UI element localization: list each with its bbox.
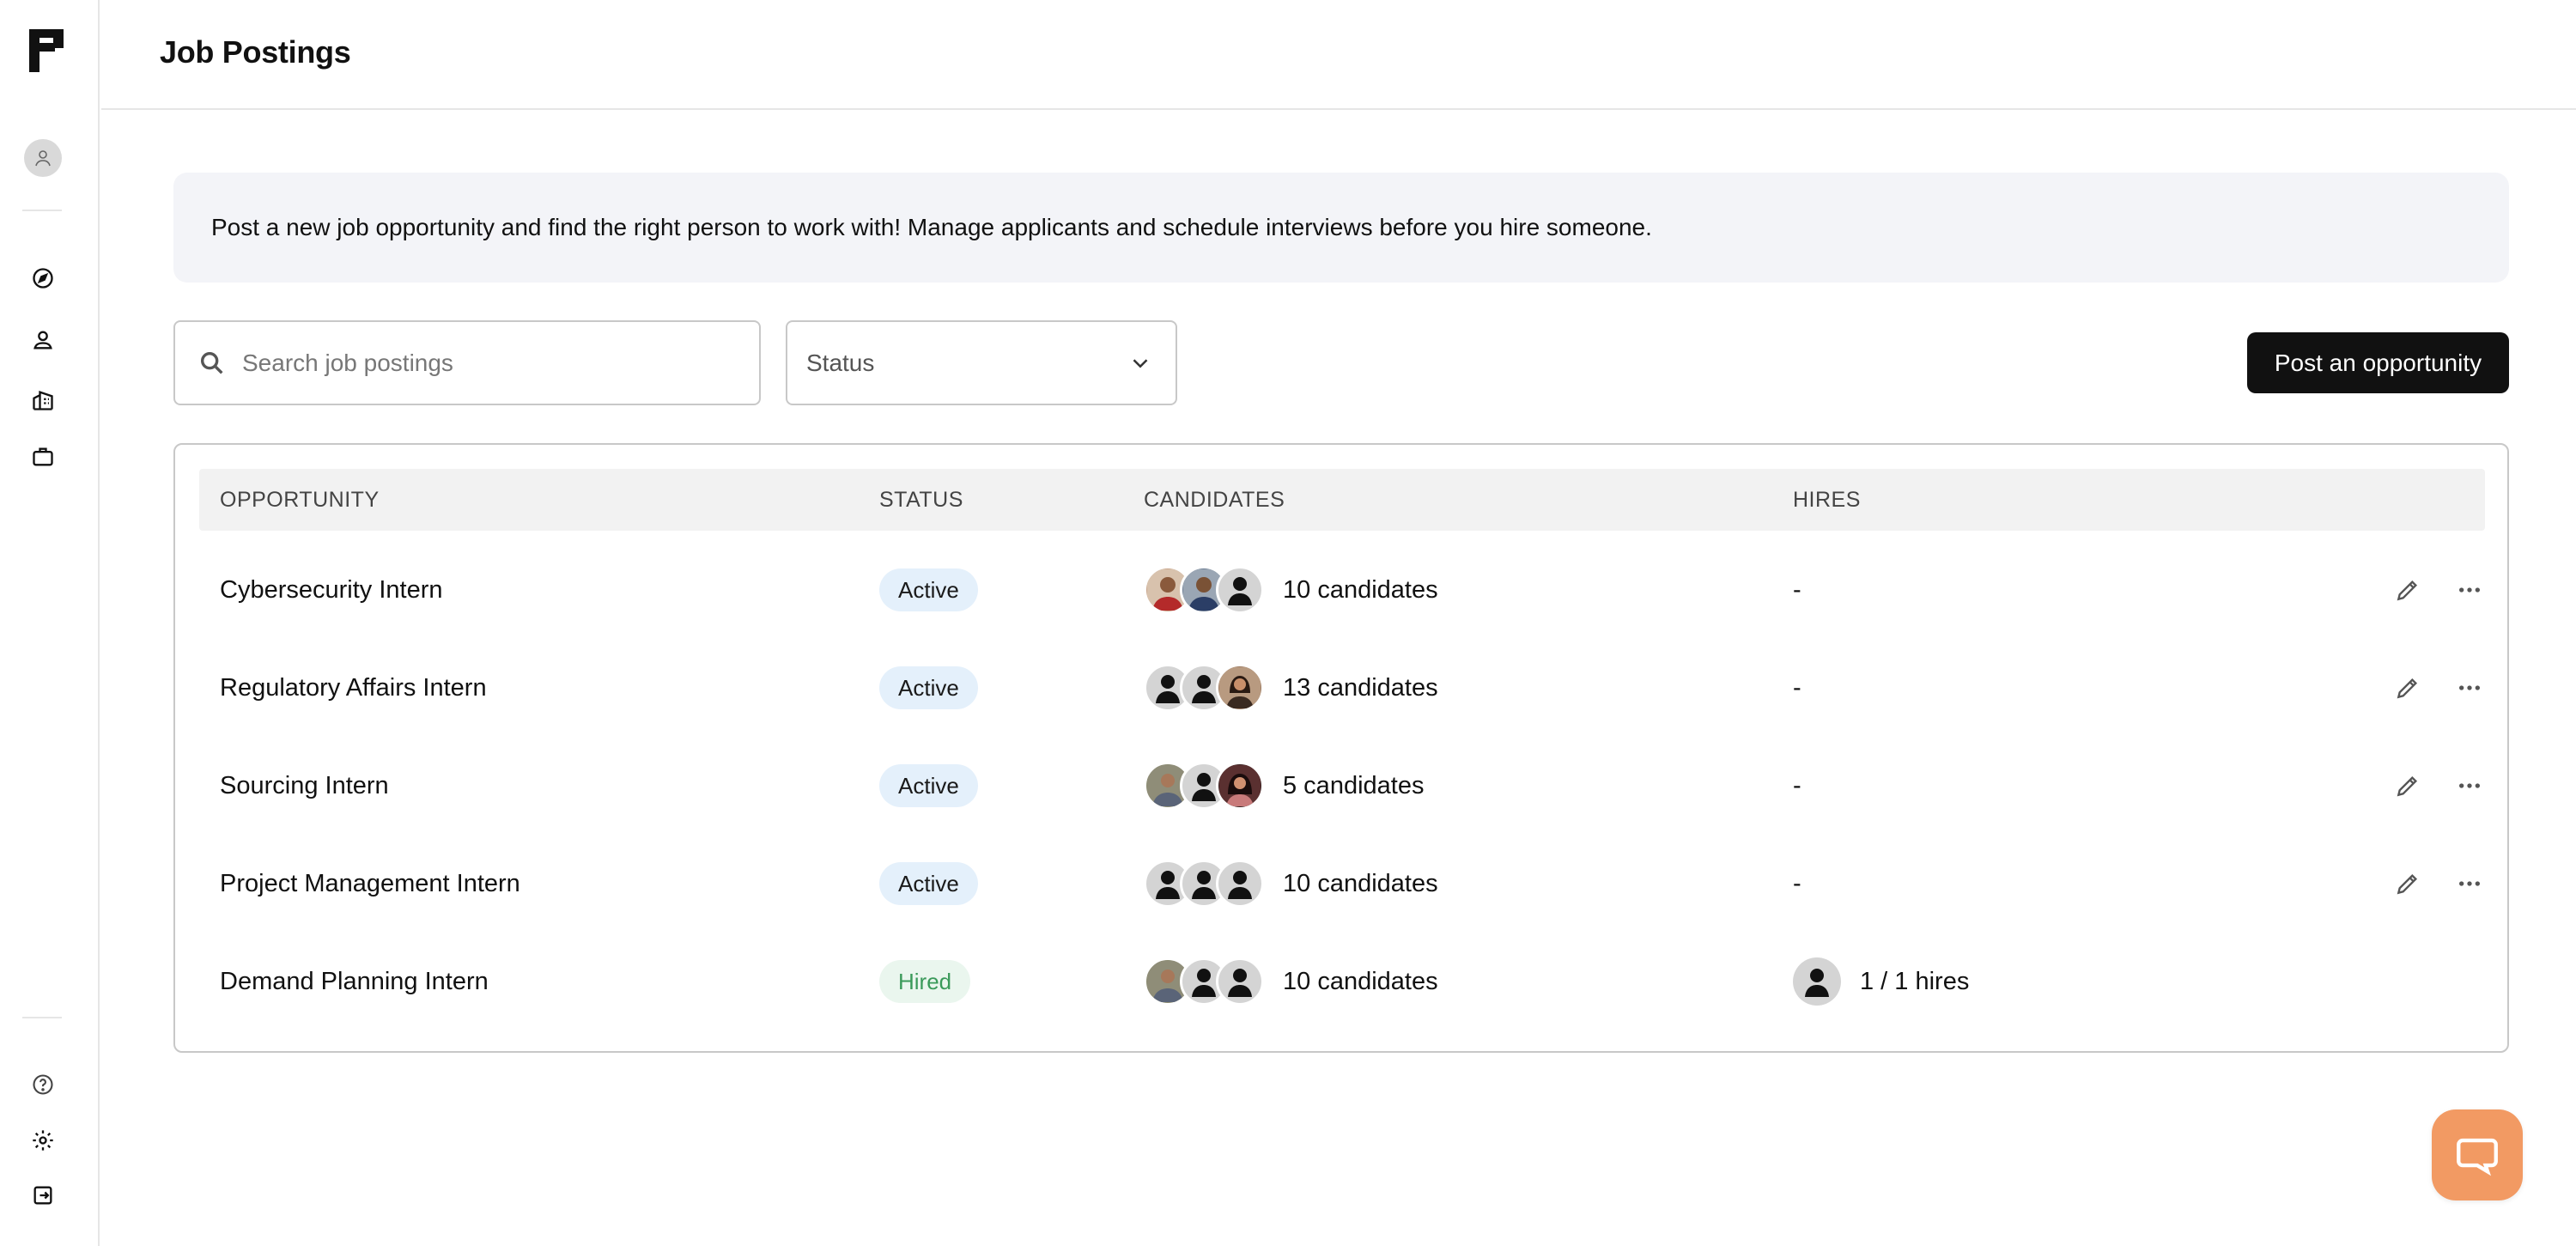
opportunity-name[interactable]: Sourcing Intern [220,772,389,800]
hire-avatar-placeholder [1793,957,1841,1006]
hires-value: - [1793,673,1801,702]
opportunity-name[interactable]: Project Management Intern [220,870,520,898]
candidate-avatar [1216,664,1264,712]
more-options-icon[interactable] [2451,835,2488,933]
search-box[interactable] [173,320,761,405]
hires-value: - [1793,575,1801,604]
edit-icon[interactable] [2389,639,2427,737]
candidate-avatars [1144,566,1264,614]
candidates-count[interactable]: 10 candidates [1283,968,1438,996]
candidate-avatars [1144,664,1264,712]
more-options-icon[interactable] [2451,541,2488,639]
table-row[interactable]: Demand Planning Intern Hired 10 candidat… [199,933,2485,1030]
table-row[interactable]: Regulatory Affairs Intern Active 13 cand… [199,639,2485,737]
column-header-status: STATUS [879,488,963,512]
sidebar [0,0,100,1246]
hires-value[interactable]: 1 / 1 hires [1860,968,1969,996]
table-row[interactable]: Sourcing Intern Active 5 candidates - [199,737,2485,835]
person-icon[interactable] [27,325,58,356]
candidate-avatars [1144,860,1264,908]
status-badge: Active [879,666,978,709]
candidate-avatar-placeholder [1216,957,1264,1006]
job-postings-table: OPPORTUNITY STATUS CANDIDATES HIRES Cybe… [173,443,2509,1053]
brand-logo-icon[interactable] [29,29,64,72]
candidates-count[interactable]: 5 candidates [1283,772,1424,800]
candidates-count[interactable]: 10 candidates [1283,870,1438,898]
status-badge: Active [879,568,978,611]
chat-support-button[interactable] [2432,1109,2523,1200]
chevron-down-icon [1133,358,1148,368]
more-options-icon[interactable] [2451,737,2488,835]
post-opportunity-button[interactable]: Post an opportunity [2247,332,2509,393]
candidate-avatar-placeholder [1216,566,1264,614]
column-header-opportunity: OPPORTUNITY [220,488,380,512]
candidates-count[interactable]: 13 candidates [1283,674,1438,702]
candidate-avatars [1144,762,1264,810]
table-row[interactable]: Cybersecurity Intern Active 10 candidate… [199,541,2485,639]
sidebar-divider [22,1017,62,1018]
edit-icon[interactable] [2389,541,2427,639]
user-avatar-icon[interactable] [24,139,62,177]
more-options-icon[interactable] [2451,639,2488,737]
opportunity-name[interactable]: Demand Planning Intern [220,968,489,996]
logout-icon[interactable] [27,1180,58,1211]
help-icon[interactable] [27,1069,58,1100]
sidebar-divider [22,210,62,211]
status-badge: Active [879,764,978,807]
briefcase-icon[interactable] [27,441,58,472]
candidate-avatar [1216,762,1264,810]
gear-icon[interactable] [27,1125,58,1156]
hires-value: - [1793,869,1801,897]
candidate-avatars [1144,957,1264,1006]
column-header-hires: HIRES [1793,488,1861,512]
building-icon[interactable] [27,385,58,416]
candidate-avatar-placeholder [1216,860,1264,908]
status-badge: Active [879,862,978,905]
info-banner-text: Post a new job opportunity and find the … [211,214,1652,240]
table-row[interactable]: Project Management Intern Active 10 cand… [199,835,2485,933]
chat-bubble-icon [2457,1138,2498,1176]
page-title: Job Postings [160,34,351,70]
opportunity-name[interactable]: Regulatory Affairs Intern [220,674,487,702]
table-header: OPPORTUNITY STATUS CANDIDATES HIRES [199,469,2485,531]
hires-value: - [1793,771,1801,799]
info-banner: Post a new job opportunity and find the … [173,173,2509,283]
opportunity-name[interactable]: Cybersecurity Intern [220,576,443,605]
search-input[interactable] [242,349,723,377]
edit-icon[interactable] [2389,835,2427,933]
column-header-candidates: CANDIDATES [1144,488,1285,512]
status-badge: Hired [879,960,971,1003]
candidates-count[interactable]: 10 candidates [1283,576,1438,605]
compass-icon[interactable] [27,263,58,294]
status-filter-select[interactable]: Status [786,320,1177,405]
status-filter-value: Status [806,349,875,376]
page-header: Job Postings [101,0,2576,110]
search-icon [200,351,223,374]
edit-icon[interactable] [2389,737,2427,835]
